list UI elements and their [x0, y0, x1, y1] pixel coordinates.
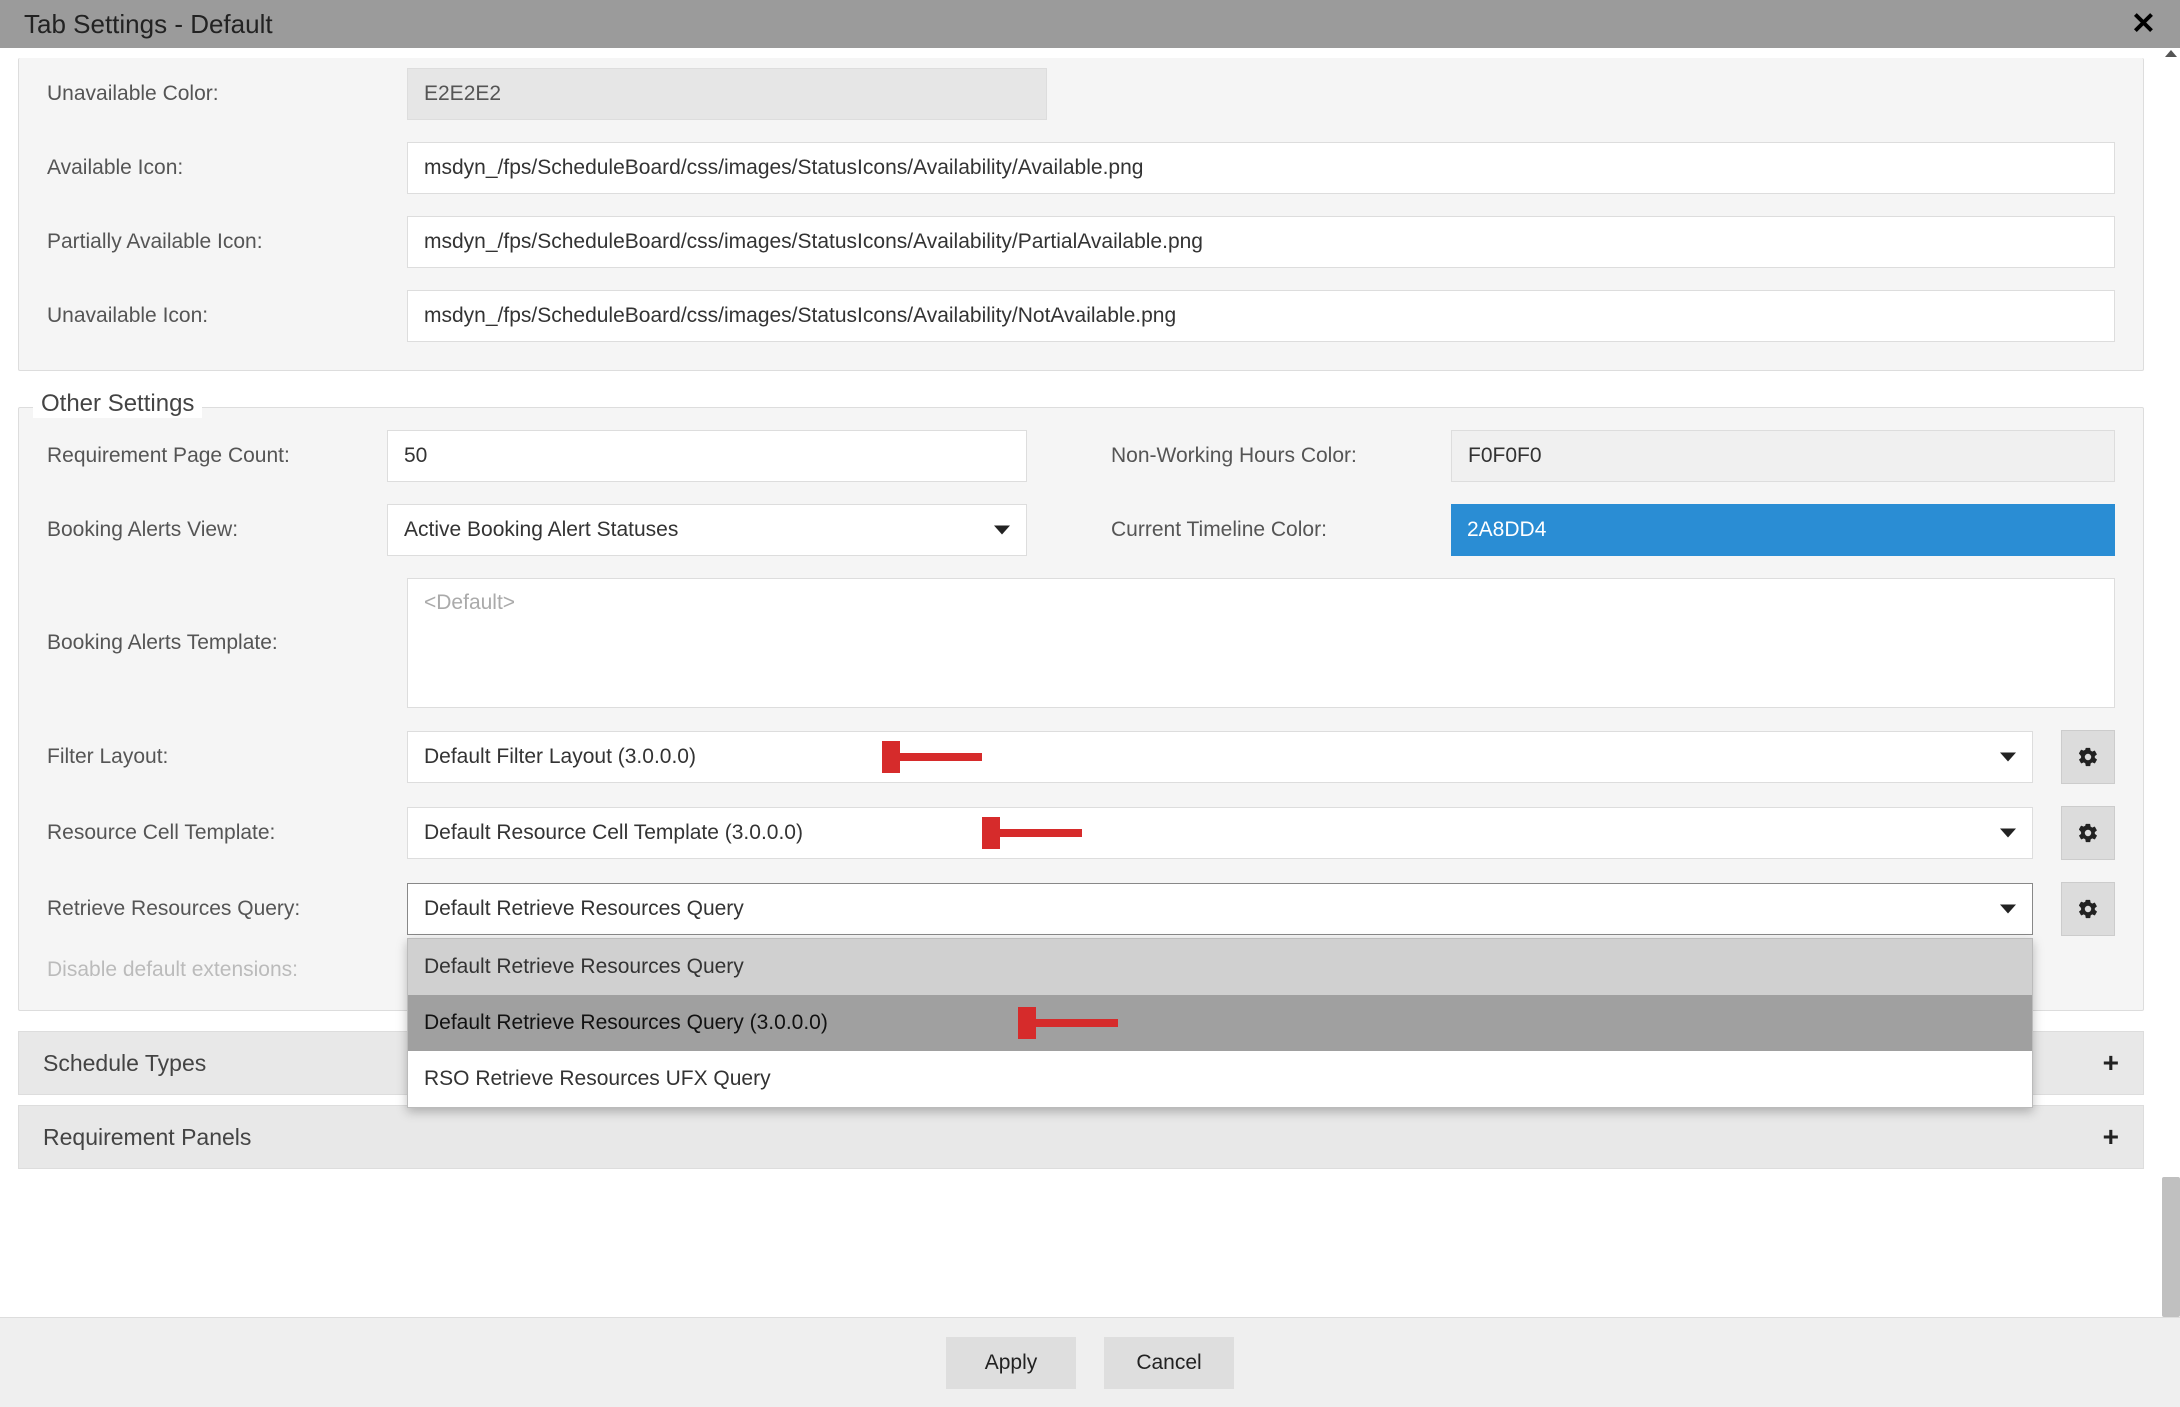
resource-cell-label: Resource Cell Template:	[47, 821, 387, 845]
other-settings-group: Other Settings Requirement Page Count: N…	[18, 407, 2144, 1011]
unavailable-icon-input[interactable]	[407, 290, 2115, 342]
annotation-arrow	[1018, 1007, 1128, 1039]
chevron-down-icon	[2000, 753, 2016, 762]
unavailable-color-field[interactable]: E2E2E2	[407, 68, 1047, 120]
alerts-template-textarea[interactable]: <Default>	[407, 578, 2115, 708]
chevron-down-icon	[2000, 829, 2016, 838]
retrieve-query-gear-button[interactable]	[2061, 882, 2115, 936]
chevron-down-icon	[2000, 905, 2016, 914]
gear-icon	[2077, 746, 2099, 768]
filter-layout-label: Filter Layout:	[47, 745, 387, 769]
dialog-footer: Apply Cancel	[0, 1317, 2180, 1407]
plus-icon: +	[2103, 1047, 2119, 1079]
plus-icon: +	[2103, 1121, 2119, 1153]
available-icon-input[interactable]	[407, 142, 2115, 194]
gear-icon	[2077, 822, 2099, 844]
requirement-panels-accordion[interactable]: Requirement Panels +	[18, 1105, 2144, 1169]
timeline-color-label: Current Timeline Color:	[1111, 518, 1451, 542]
available-icon-label: Available Icon:	[47, 156, 387, 180]
alerts-view-dropdown[interactable]: Active Booking Alert Statuses	[387, 504, 1027, 556]
apply-button[interactable]: Apply	[946, 1337, 1076, 1389]
unavailable-icon-label: Unavailable Icon:	[47, 304, 387, 328]
dialog-content: Unavailable Color: E2E2E2 Available Icon…	[0, 48, 2162, 1317]
partial-icon-input[interactable]	[407, 216, 2115, 268]
nonworking-color-label: Non-Working Hours Color:	[1111, 444, 1451, 468]
resource-cell-gear-button[interactable]	[2061, 806, 2115, 860]
req-page-count-input[interactable]	[387, 430, 1027, 482]
unavailable-color-label: Unavailable Color:	[47, 82, 387, 106]
nonworking-color-field[interactable]: F0F0F0	[1451, 430, 2115, 482]
alerts-template-label: Booking Alerts Template:	[47, 631, 387, 655]
accordion-label: Schedule Types	[43, 1050, 206, 1077]
timeline-color-field[interactable]: 2A8DD4	[1451, 504, 2115, 556]
scroll-up-icon[interactable]	[2165, 50, 2177, 57]
close-icon[interactable]: ✕	[2131, 7, 2156, 42]
retrieve-query-dropdown[interactable]: Default Retrieve Resources Query Default…	[407, 883, 2033, 935]
scrollbar[interactable]	[2162, 48, 2180, 1317]
chevron-down-icon	[994, 526, 1010, 535]
dialog-title: Tab Settings - Default	[24, 9, 273, 40]
resource-cell-dropdown[interactable]: Default Resource Cell Template (3.0.0.0)	[407, 807, 2033, 859]
dropdown-option[interactable]: Default Retrieve Resources Query	[408, 939, 2032, 995]
filter-layout-dropdown[interactable]: Default Filter Layout (3.0.0.0)	[407, 731, 2033, 783]
partial-icon-label: Partially Available Icon:	[47, 230, 387, 254]
dropdown-option[interactable]: Default Retrieve Resources Query (3.0.0.…	[408, 995, 2032, 1051]
availability-group: Unavailable Color: E2E2E2 Available Icon…	[18, 58, 2144, 371]
cancel-button[interactable]: Cancel	[1104, 1337, 1234, 1389]
accordion-label: Requirement Panels	[43, 1124, 251, 1151]
other-settings-legend: Other Settings	[33, 390, 202, 418]
dropdown-option[interactable]: RSO Retrieve Resources UFX Query	[408, 1051, 2032, 1107]
retrieve-query-dropdown-list: Default Retrieve Resources Query Default…	[407, 938, 2033, 1108]
filter-layout-gear-button[interactable]	[2061, 730, 2115, 784]
disable-ext-label: Disable default extensions:	[47, 958, 387, 982]
alerts-view-label: Booking Alerts View:	[47, 518, 387, 542]
retrieve-query-label: Retrieve Resources Query:	[47, 897, 387, 921]
dialog-titlebar: Tab Settings - Default ✕	[0, 0, 2180, 48]
req-page-count-label: Requirement Page Count:	[47, 444, 387, 468]
scroll-thumb[interactable]	[2162, 1177, 2180, 1317]
gear-icon	[2077, 898, 2099, 920]
